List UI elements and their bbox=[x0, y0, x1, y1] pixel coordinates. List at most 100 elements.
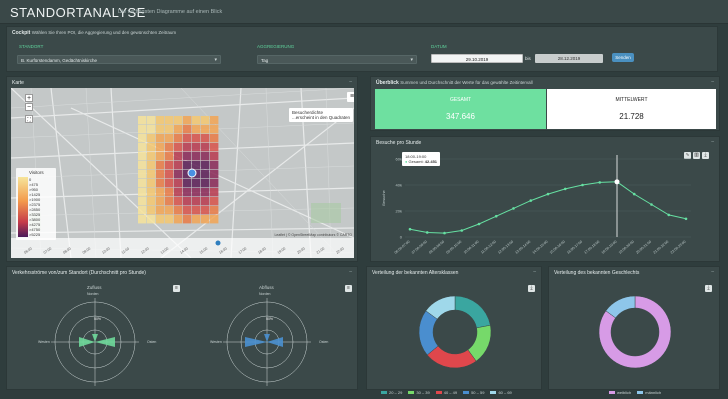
date-from-input[interactable]: 29.10.2019 bbox=[431, 54, 523, 63]
overview-title: Überblick bbox=[376, 80, 399, 86]
x-tick-label: 19:00-20:00 bbox=[618, 240, 635, 255]
heatmap-cell bbox=[174, 152, 183, 161]
zufluss-west: Westen bbox=[38, 340, 50, 344]
data-point[interactable] bbox=[408, 227, 412, 231]
heatmap-cell bbox=[138, 179, 147, 188]
data-point[interactable] bbox=[598, 181, 602, 184]
heatmap-cell bbox=[210, 206, 219, 215]
legend-entry[interactable]: 40 – 49 bbox=[435, 390, 457, 395]
heatmap-cell bbox=[201, 179, 210, 188]
heatmap-cell bbox=[138, 215, 147, 224]
heatmap-cell bbox=[165, 179, 174, 188]
heatmap-cell bbox=[174, 188, 183, 197]
heatmap-cell bbox=[183, 125, 192, 134]
heatmap-cell bbox=[183, 143, 192, 152]
data-point[interactable] bbox=[614, 179, 620, 185]
fullscreen-icon[interactable]: ⛶ bbox=[25, 115, 33, 123]
legend-swatch bbox=[637, 391, 644, 395]
chevron-down-icon: ▾ bbox=[410, 57, 413, 63]
data-point[interactable] bbox=[477, 222, 481, 226]
x-tick-label: 07:00-08:00 bbox=[411, 240, 428, 255]
x-tick-label: 20:00-21:00 bbox=[635, 240, 652, 255]
data-point[interactable] bbox=[650, 203, 653, 206]
minimize-icon[interactable]: – bbox=[711, 139, 714, 145]
heatmap-cell bbox=[201, 197, 210, 206]
data-point[interactable] bbox=[563, 187, 567, 191]
legend-entry[interactable]: 30 – 39 bbox=[408, 390, 430, 395]
standort-select[interactable]: B. Kurfürstendamm, Gedächtniskirche ▾ bbox=[17, 55, 221, 64]
heatmap-cell bbox=[201, 152, 210, 161]
data-point[interactable] bbox=[443, 231, 446, 235]
minimize-icon[interactable]: – bbox=[711, 79, 714, 85]
minimize-icon[interactable]: – bbox=[711, 269, 714, 275]
data-point[interactable] bbox=[581, 183, 584, 187]
legend-entry[interactable]: männlich bbox=[637, 390, 661, 395]
data-point[interactable] bbox=[512, 207, 515, 210]
minimize-icon[interactable]: – bbox=[533, 269, 536, 275]
aggregation-select[interactable]: Tag ▾ bbox=[257, 55, 417, 64]
map-legend: Visitors 0 >475 >950 >1425 >1900 >2375 >2850 >3… bbox=[16, 168, 56, 240]
y-tick-label: 0 bbox=[400, 235, 403, 240]
date-to-input[interactable]: 28.12.2019 bbox=[535, 54, 603, 63]
heatmap-cell bbox=[192, 134, 201, 143]
data-point[interactable] bbox=[425, 231, 429, 234]
x-tick-label: 06:00-07:00 bbox=[394, 240, 411, 255]
heatmap-cell bbox=[156, 152, 165, 161]
minimize-icon[interactable]: – bbox=[349, 269, 352, 275]
heatmap-cell bbox=[165, 161, 174, 170]
standort-value: B. Kurfürstendamm, Gedächtniskirche bbox=[21, 58, 98, 63]
kpi-mittel-label: MITTELWERT bbox=[615, 97, 648, 103]
cockpit-panel: Cockpit Wählen Sie Ihren POI, die Aggreg… bbox=[6, 26, 718, 72]
tooltip-row: ● Gesamt: 42.451 bbox=[405, 159, 438, 164]
heatmap-cell bbox=[192, 197, 201, 206]
minimize-icon[interactable]: – bbox=[349, 79, 352, 85]
layers-icon[interactable]: ≡ bbox=[347, 92, 354, 102]
legend-entry[interactable]: 20 – 29 bbox=[381, 390, 402, 395]
data-point[interactable] bbox=[529, 199, 533, 202]
heatmap-cell bbox=[174, 215, 183, 224]
heatmap-cell bbox=[201, 134, 210, 143]
zoom-out-button[interactable]: − bbox=[25, 103, 33, 111]
data-point[interactable] bbox=[684, 217, 688, 221]
heatmap-cell bbox=[174, 179, 183, 188]
data-point[interactable] bbox=[667, 213, 671, 217]
heatmap-cell bbox=[201, 188, 210, 197]
heatmap-cell bbox=[147, 134, 156, 143]
zoom-in-button[interactable]: + bbox=[25, 94, 33, 102]
submit-button[interactable]: Senden bbox=[612, 53, 634, 62]
zufluss-north: Norden bbox=[87, 292, 99, 296]
data-point[interactable] bbox=[460, 229, 464, 232]
heatmap-cell bbox=[156, 188, 165, 197]
chart-tooltip: 18:00-19:00 ● Gesamt: 42.451 bbox=[402, 152, 441, 166]
heatmap-cell bbox=[165, 188, 174, 197]
legend-entry[interactable]: weiblich bbox=[609, 390, 631, 395]
heatmap-cell bbox=[156, 143, 165, 152]
series-line bbox=[409, 181, 687, 234]
timeline-handle[interactable] bbox=[215, 240, 221, 246]
x-tick-label: 15:00-16:00 bbox=[549, 240, 566, 255]
donut-slice[interactable] bbox=[454, 295, 491, 329]
map-view[interactable]: 06:00 07:00 08:00 09:00 10:00 11:00 12:00 13:00… bbox=[11, 88, 354, 258]
data-point[interactable] bbox=[546, 192, 550, 196]
app-header: STANDORTANALYSE Die wichtigsten Diagramm… bbox=[0, 0, 728, 24]
heatmap-cell bbox=[156, 179, 165, 188]
legend-colorbar bbox=[18, 177, 28, 237]
overview-hint: Summen und Durchschnitt der Werte für da… bbox=[400, 80, 533, 85]
heatmap-cell bbox=[192, 206, 201, 215]
legend-title: Visitors bbox=[29, 170, 44, 175]
data-point[interactable] bbox=[632, 192, 636, 196]
x-tick-label: 10:00-11:00 bbox=[463, 240, 480, 255]
data-point[interactable] bbox=[494, 214, 498, 218]
heatmap-cell bbox=[147, 170, 156, 179]
poi-marker[interactable] bbox=[187, 168, 197, 178]
map-tooltip-line2: ...erscheint in den Quadraten bbox=[292, 115, 351, 120]
gender-legend: weiblich männlich bbox=[609, 381, 719, 399]
map-title: Karte bbox=[12, 80, 24, 86]
legend-entry[interactable]: 60 – 69 bbox=[490, 390, 512, 395]
legend-entry[interactable]: 50 – 59 bbox=[463, 390, 484, 395]
heatmap-cell bbox=[165, 215, 174, 224]
heatmap-cell bbox=[201, 116, 210, 125]
gender-panel: Verteilung des bekannten Geschlechts – ⤓… bbox=[548, 266, 720, 395]
heatmap-cell bbox=[138, 197, 147, 206]
heatmap-cell bbox=[138, 161, 147, 170]
